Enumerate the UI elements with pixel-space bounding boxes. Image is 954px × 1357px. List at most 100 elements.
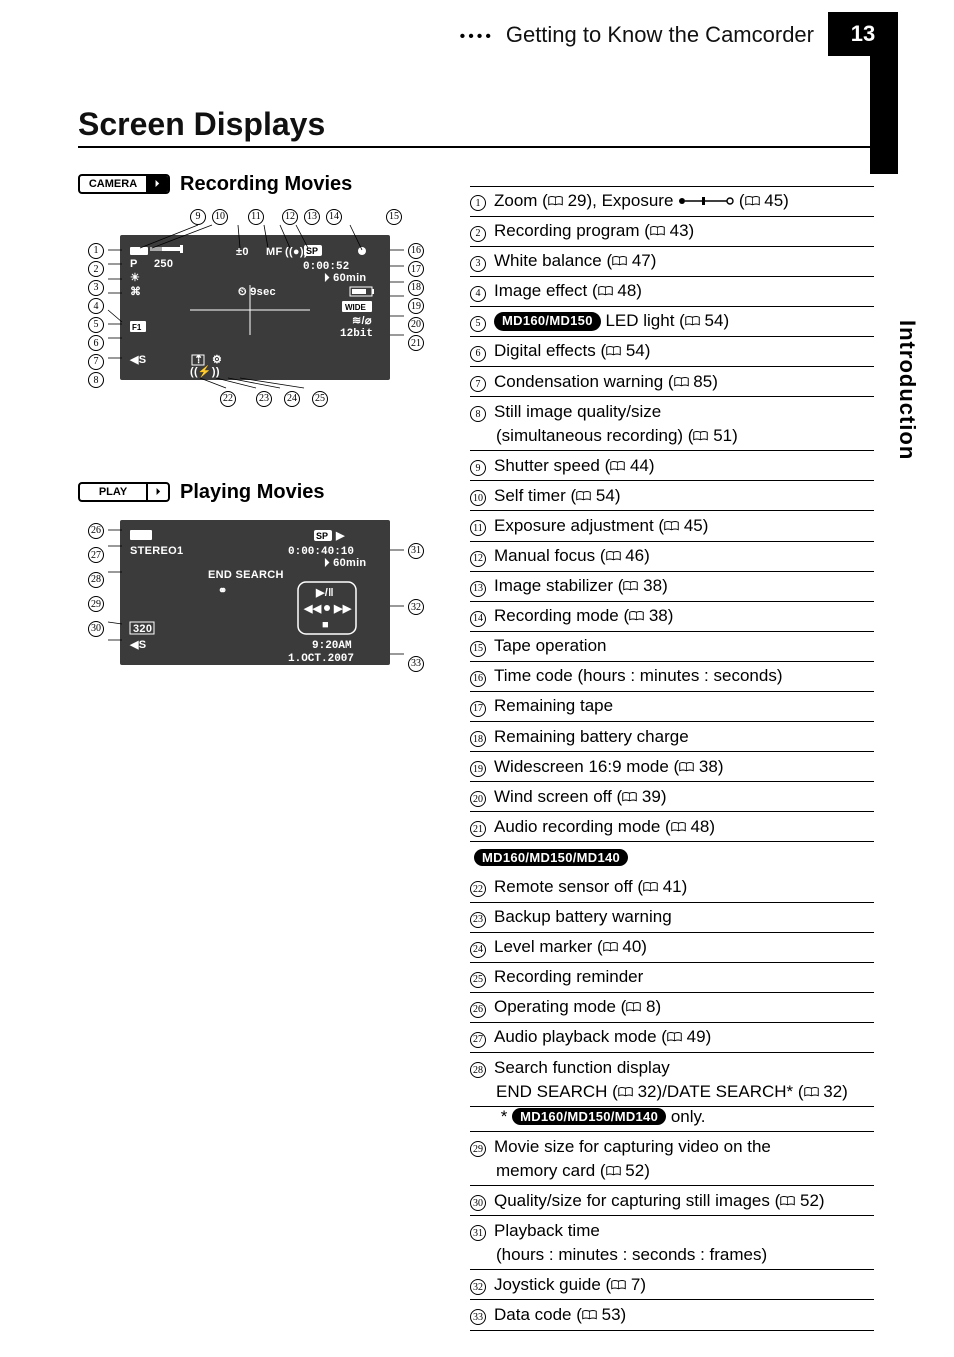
page-ref-icon bbox=[626, 1001, 641, 1013]
callout-number: 29 bbox=[470, 1141, 486, 1157]
callout-number: 27 bbox=[470, 1032, 486, 1048]
callouts-screen1-bottom: 22232425 bbox=[218, 388, 330, 407]
model-pill: MD160/MD150/MD140 bbox=[474, 849, 628, 866]
legend-row: 9Shutter speed ( 44) bbox=[470, 451, 874, 481]
legend-subrow: memory card ( 52) bbox=[470, 1161, 874, 1186]
callout-number: 21 bbox=[408, 335, 424, 351]
callout-number: 30 bbox=[88, 621, 104, 637]
callout-number: 16 bbox=[408, 243, 424, 259]
callout-number: 25 bbox=[312, 391, 328, 407]
callout-number: 30 bbox=[470, 1195, 486, 1211]
osd-wb-icon: ☀ bbox=[130, 272, 140, 284]
osd-remaining-tape: ⏵ 60min bbox=[324, 272, 366, 284]
side-chapter-label: Introduction bbox=[894, 320, 920, 460]
callout-number: 22 bbox=[220, 391, 236, 407]
osd2-remaining: ⏵ 60min bbox=[324, 557, 366, 569]
exposure-slider-icon bbox=[678, 190, 734, 212]
legend-note: * MD160/MD150/MD140 only. bbox=[470, 1107, 874, 1132]
play-mode-badge: PLAY ⏵ bbox=[78, 482, 170, 502]
page-ref-icon bbox=[606, 550, 621, 562]
callout-number: 24 bbox=[470, 942, 486, 958]
callout-number: 16 bbox=[470, 671, 486, 687]
play-badge-label: PLAY bbox=[80, 486, 146, 498]
callout-number: 12 bbox=[282, 209, 298, 225]
callouts-screen2-right: 313233 bbox=[406, 540, 426, 672]
page-ref-icon bbox=[611, 1279, 626, 1291]
osd-audio-bit: 12bit bbox=[340, 328, 373, 340]
osd-p-label: P bbox=[130, 258, 138, 270]
osd2-nav-play: ▶/ǁ bbox=[315, 587, 334, 599]
legend-row: 19Widescreen 16:9 mode ( 38) bbox=[470, 752, 874, 782]
legend-row: 14Recording mode ( 38) bbox=[470, 602, 874, 632]
osd-manual-focus: MF bbox=[266, 246, 282, 258]
osd2-end-search: END SEARCH bbox=[208, 569, 284, 581]
callouts-screen1-top: 9101112131415 bbox=[188, 206, 404, 225]
callout-number: 19 bbox=[408, 298, 424, 314]
callout-number: 18 bbox=[408, 280, 424, 296]
page-ref-icon bbox=[598, 285, 613, 297]
osd-shutter: 250 bbox=[154, 258, 173, 270]
callout-number: 10 bbox=[470, 490, 486, 506]
model-group-pill-row: MD160/MD150/MD140 bbox=[470, 842, 874, 872]
callout-number: 6 bbox=[88, 335, 104, 351]
page-ref-icon bbox=[603, 941, 618, 953]
legend-list: 1Zoom ( 29), Exposure ( 45)2Recording pr… bbox=[470, 186, 874, 1331]
callout-number: 2 bbox=[470, 226, 486, 242]
osd2-nav-stop: ■ bbox=[322, 619, 329, 631]
callout-number: 6 bbox=[470, 346, 486, 362]
callout-number: 27 bbox=[88, 547, 104, 563]
callout-number: 15 bbox=[386, 209, 402, 225]
play-badge-tape-icon: ⏵ bbox=[146, 484, 168, 500]
legend-row: 2Recording program ( 43) bbox=[470, 217, 874, 247]
osd2-size: 320 bbox=[133, 623, 152, 635]
legend-row: 24Level marker ( 40) bbox=[470, 933, 874, 963]
page-ref-icon bbox=[582, 1309, 597, 1321]
callout-number: 26 bbox=[88, 523, 104, 539]
model-pill: MD160/MD150/MD140 bbox=[512, 1108, 666, 1125]
title-underline bbox=[78, 146, 870, 148]
camera-mode-badge: CAMERA ⏵ bbox=[78, 174, 170, 194]
callout-number: 3 bbox=[470, 256, 486, 272]
page-ref-icon bbox=[548, 195, 563, 207]
osd-remote-icon: ⇡ bbox=[194, 354, 204, 366]
osd-backup-icon: ⚙ bbox=[212, 354, 222, 366]
model-pill: MD160/MD150 bbox=[494, 312, 601, 331]
callout-number: 23 bbox=[256, 391, 272, 407]
header-dots-icon: •••• bbox=[460, 28, 494, 46]
callout-number: 32 bbox=[408, 599, 424, 615]
legend-row: 17Remaining tape bbox=[470, 692, 874, 722]
legend-row: 15Tape operation bbox=[470, 632, 874, 662]
callout-number: 7 bbox=[470, 376, 486, 392]
page-ref-icon bbox=[623, 580, 638, 592]
page-ref-icon bbox=[685, 315, 700, 327]
page-ref-icon bbox=[664, 520, 679, 532]
header-section-title: Getting to Know the Camcorder bbox=[506, 22, 814, 48]
callout-number: 15 bbox=[470, 641, 486, 657]
callout-number: 17 bbox=[408, 261, 424, 277]
page-ref-icon bbox=[667, 1031, 682, 1043]
page-number-badge: 13 bbox=[828, 12, 898, 56]
callout-number: 10 bbox=[212, 209, 228, 225]
callout-number: 28 bbox=[88, 572, 104, 588]
recording-screen-svg: P 250 ±0 MF ((●)) SP 0:00:52 ⏵ 60min ☀ ⌘… bbox=[120, 235, 390, 380]
page-ref-icon bbox=[606, 345, 621, 357]
legend-row: 16Time code (hours : minutes : seconds) bbox=[470, 662, 874, 692]
legend-subrow: (simultaneous recording) ( 51) bbox=[470, 426, 874, 451]
legend-row: 13Image stabilizer ( 38) bbox=[470, 572, 874, 602]
callout-number: 31 bbox=[470, 1225, 486, 1241]
page-ref-icon bbox=[679, 761, 694, 773]
page-ref-icon bbox=[606, 1165, 621, 1177]
osd2-play-icon: ▶ bbox=[335, 530, 345, 542]
callout-number: 12 bbox=[470, 551, 486, 567]
callout-number: 23 bbox=[470, 912, 486, 928]
legend-row: 7Condensation warning ( 85) bbox=[470, 367, 874, 397]
callouts-screen1-right: 161718192021 bbox=[406, 240, 426, 351]
callout-number: 21 bbox=[470, 821, 486, 837]
legend-row: 25Recording reminder bbox=[470, 963, 874, 993]
legend-row: 10Self timer ( 54) bbox=[470, 481, 874, 511]
callout-number: 33 bbox=[408, 656, 424, 672]
legend-row: 5MD160/MD150 LED light ( 54) bbox=[470, 307, 874, 337]
callouts-screen1-left: 12345678 bbox=[86, 240, 106, 388]
legend-row: 27Audio playback mode ( 49) bbox=[470, 1023, 874, 1053]
callout-number: 4 bbox=[470, 286, 486, 302]
